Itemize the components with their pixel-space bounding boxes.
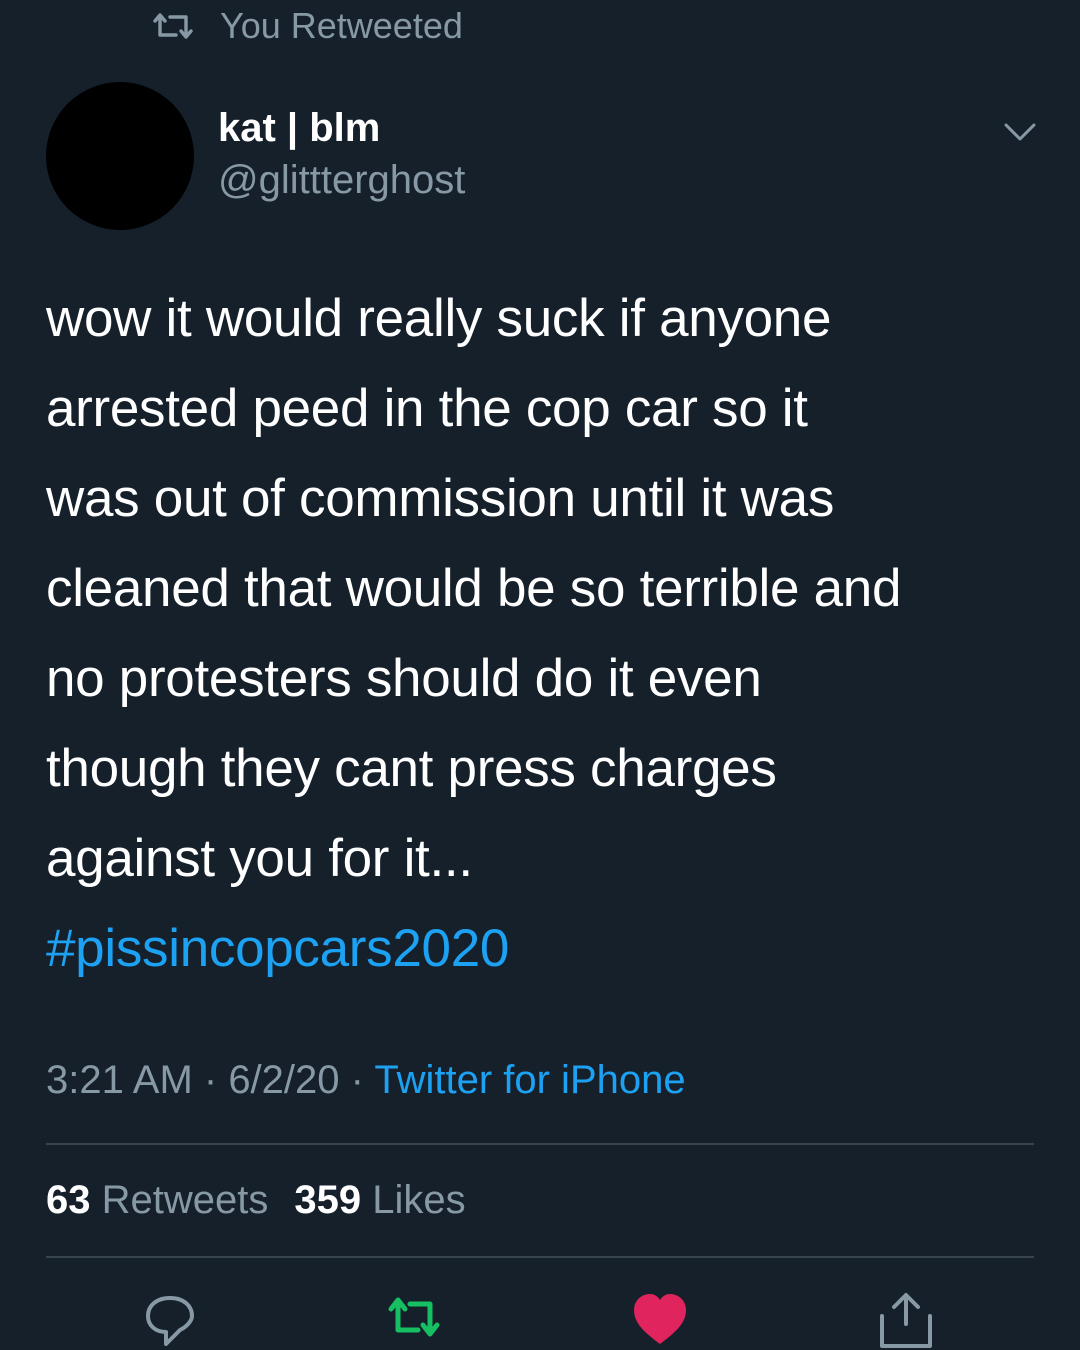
share-icon[interactable] xyxy=(876,1290,936,1350)
likes-count: 359 xyxy=(294,1178,362,1222)
retweets-label: Retweets xyxy=(101,1178,269,1222)
chevron-down-icon[interactable] xyxy=(1000,112,1040,152)
tweet-text-line: wow it would really suck if anyone xyxy=(46,289,832,348)
tweet-text-line: was out of commission until it was xyxy=(46,469,835,528)
divider xyxy=(46,1256,1034,1258)
hashtag-link[interactable]: #pissincopcars2020 xyxy=(46,904,1046,994)
avatar[interactable] xyxy=(46,82,194,230)
retweet-icon xyxy=(153,13,193,39)
retweet-context: You Retweeted xyxy=(152,4,463,48)
tweet-date[interactable]: 6/2/20 xyxy=(228,1058,339,1102)
tweet-time[interactable]: 3:21 AM xyxy=(46,1058,193,1102)
heart-icon[interactable] xyxy=(630,1290,690,1350)
tweet-text-line: no protesters should do it even xyxy=(46,649,762,708)
likes-stat[interactable]: 359 Likes xyxy=(294,1178,465,1222)
tweet-text-line: cleaned that would be so terrible and xyxy=(46,559,902,618)
retweet-icon[interactable] xyxy=(384,1290,444,1350)
tweet-text: wow it would really suck if anyone arres… xyxy=(46,274,1046,994)
likes-label: Likes xyxy=(372,1178,466,1222)
meta-separator: · xyxy=(339,1058,375,1102)
divider xyxy=(46,1143,1034,1145)
retweets-stat[interactable]: 63 Retweets xyxy=(46,1178,268,1222)
tweet-meta: 3:21 AM · 6/2/20 · Twitter for iPhone xyxy=(46,1058,686,1103)
meta-separator: · xyxy=(192,1058,229,1102)
reply-icon[interactable] xyxy=(140,1290,200,1350)
author-handle[interactable]: @glittterghost xyxy=(218,158,465,203)
tweet-stats: 63 Retweets 359 Likes xyxy=(46,1178,466,1223)
tweet-text-line: against you for it... xyxy=(46,829,473,888)
retweets-count: 63 xyxy=(46,1178,91,1222)
tweet-text-line: arrested peed in the cop car so it xyxy=(46,379,808,438)
author-display-name[interactable]: kat | blm xyxy=(218,106,380,151)
tweet-text-line: though they cant press charges xyxy=(46,739,777,798)
retweet-context-label: You Retweeted xyxy=(220,5,463,46)
tweet-source-link[interactable]: Twitter for iPhone xyxy=(374,1058,685,1102)
